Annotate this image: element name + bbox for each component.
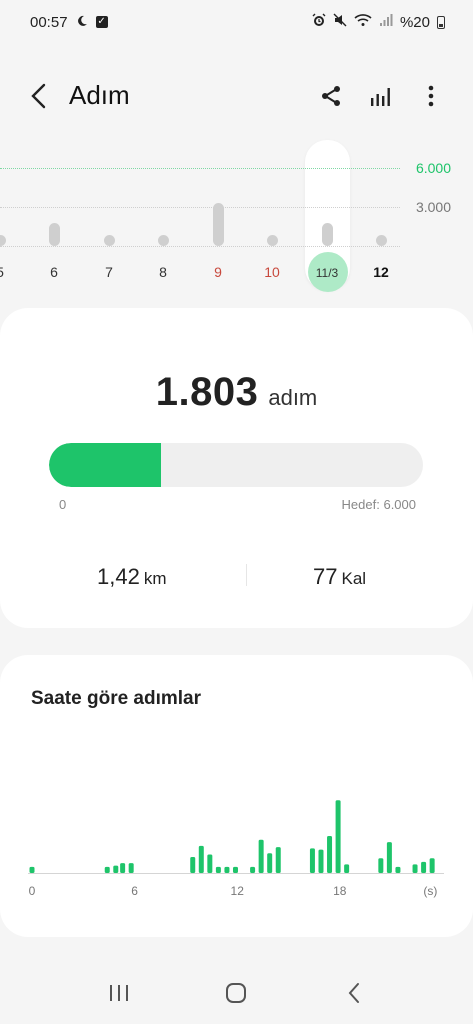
hourly-bar[interactable] xyxy=(395,866,401,873)
steps-value: 1.803 xyxy=(155,370,259,414)
calories-stat: 77 Kal xyxy=(313,564,366,590)
calories-unit: Kal xyxy=(341,569,367,588)
day-bar[interactable] xyxy=(157,235,169,246)
progress-goal-label: Hedef: 6.000 xyxy=(341,497,416,512)
hourly-bar[interactable] xyxy=(318,849,324,873)
day-label[interactable]: 11/3 xyxy=(307,266,347,280)
hourly-bar[interactable] xyxy=(190,856,196,873)
hourly-bar[interactable] xyxy=(386,842,392,873)
hourly-bar[interactable] xyxy=(258,839,264,873)
chart-icon xyxy=(371,88,390,106)
day-bar[interactable] xyxy=(375,235,387,246)
hourly-tick-label: 18 xyxy=(333,884,347,898)
hourly-bar[interactable] xyxy=(267,853,273,873)
hourly-bar[interactable] xyxy=(250,866,256,873)
hourly-bar[interactable] xyxy=(232,866,238,873)
hourly-steps-card: Saate göre adımlar 0 6 12 18 (s) xyxy=(0,655,473,937)
hourly-bar[interactable] xyxy=(207,854,213,874)
hourly-bar[interactable] xyxy=(378,858,384,873)
reference-line xyxy=(0,207,400,208)
reference-axis-label: 3.000 xyxy=(415,199,451,215)
day-bar[interactable] xyxy=(103,235,115,246)
status-time: 00:57 xyxy=(30,13,68,31)
day-bar[interactable] xyxy=(48,222,60,246)
moon-icon xyxy=(76,15,88,29)
alarm-icon xyxy=(312,13,326,31)
day-label[interactable]: 6 xyxy=(34,264,74,280)
goal-progress-bar xyxy=(49,443,423,487)
hourly-tick-label: 0 xyxy=(29,884,36,898)
day-label[interactable]: 9 xyxy=(198,264,238,280)
distance-value: 1,42 xyxy=(97,564,140,589)
signal-icon xyxy=(379,13,393,31)
day-bar[interactable] xyxy=(212,203,224,246)
steps-unit: adım xyxy=(268,385,318,410)
share-icon xyxy=(322,86,340,106)
hourly-title: Saate göre adımlar xyxy=(31,688,202,709)
back-button[interactable] xyxy=(26,80,54,112)
chart-button[interactable] xyxy=(367,82,395,110)
distance-unit: km xyxy=(143,569,167,588)
back-icon xyxy=(31,83,46,109)
more-icon xyxy=(428,85,434,107)
steps-total: 1.803 adım xyxy=(0,370,473,415)
baseline xyxy=(0,246,400,247)
hourly-bar[interactable] xyxy=(198,845,204,873)
checkbox-icon: ✓ xyxy=(95,16,108,28)
hourly-bar[interactable] xyxy=(128,863,134,873)
back-nav-button[interactable] xyxy=(334,973,374,1013)
hourly-bar[interactable] xyxy=(29,866,35,873)
battery-icon xyxy=(437,15,445,29)
hourly-bar[interactable] xyxy=(275,847,281,873)
hourly-steps-chart: 0 6 12 18 (s) xyxy=(28,800,444,898)
goal-axis-label: 6.000 xyxy=(415,160,451,176)
hourly-tick-label: (s) xyxy=(423,884,437,898)
hourly-bar[interactable] xyxy=(344,864,350,873)
day-bar[interactable] xyxy=(266,235,278,246)
wifi-icon xyxy=(354,13,372,31)
day-bar[interactable] xyxy=(321,222,333,246)
goal-progress-fill xyxy=(49,443,162,487)
day-label[interactable]: 12 xyxy=(361,264,401,280)
stat-divider xyxy=(246,564,247,586)
hourly-bar[interactable] xyxy=(335,800,341,873)
day-bar[interactable] xyxy=(0,235,6,246)
hourly-bar[interactable] xyxy=(309,848,315,873)
hourly-bar[interactable] xyxy=(215,866,221,873)
battery-text: %20 xyxy=(399,13,430,31)
app-bar: Adım xyxy=(0,68,473,124)
page-title: Adım xyxy=(69,80,130,110)
hourly-bar[interactable] xyxy=(224,866,230,873)
distance-stat: 1,42 km xyxy=(97,564,167,590)
summary-card: 1.803 adım 0 Hedef: 6.000 1,42 km 77 Kal xyxy=(0,308,473,628)
day-label[interactable]: 7 xyxy=(89,264,129,280)
hourly-bar[interactable] xyxy=(421,861,427,873)
hourly-bar[interactable] xyxy=(327,836,333,873)
progress-min-label: 0 xyxy=(59,497,67,512)
daily-steps-chart: 6.000 3.000 56789 10 11/3 12 xyxy=(0,135,473,300)
hourly-bar[interactable] xyxy=(429,858,435,873)
home-icon xyxy=(226,983,247,1003)
hourly-bar[interactable] xyxy=(412,864,418,873)
goal-line xyxy=(0,168,400,169)
day-label[interactable]: 8 xyxy=(143,264,183,280)
mute-icon xyxy=(333,13,347,31)
hourly-bar[interactable] xyxy=(120,863,126,873)
hourly-bar[interactable] xyxy=(104,866,110,873)
navigation-bar xyxy=(0,962,473,1024)
calories-value: 77 xyxy=(313,564,338,589)
recent-apps-icon xyxy=(109,985,128,1001)
more-button[interactable] xyxy=(417,82,445,110)
hourly-bar[interactable] xyxy=(113,865,119,873)
back-nav-icon xyxy=(348,983,360,1003)
recent-apps-button[interactable] xyxy=(99,973,139,1013)
home-button[interactable] xyxy=(216,973,256,1013)
hourly-tick-label: 12 xyxy=(231,884,245,898)
status-bar: 00:57 ✓ %20 xyxy=(0,0,473,44)
hourly-tick-label: 6 xyxy=(131,884,138,898)
day-label[interactable]: 5 xyxy=(0,264,20,280)
day-label[interactable]: 10 xyxy=(252,264,292,280)
share-button[interactable] xyxy=(317,82,345,110)
